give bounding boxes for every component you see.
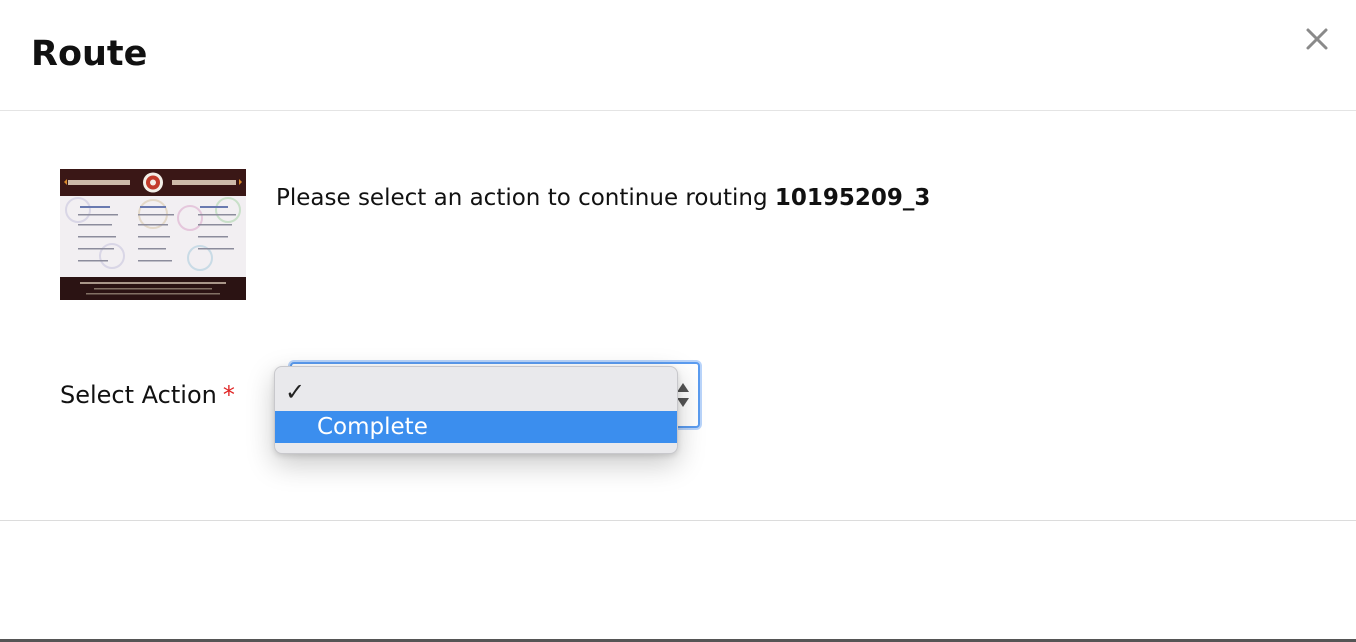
option-empty[interactable]: ✓ (275, 373, 677, 411)
close-button[interactable] (1304, 26, 1330, 52)
modal-title: Route (31, 34, 148, 74)
thumbnail-header-band (60, 169, 246, 196)
select-action-label: Select Action * (60, 380, 235, 410)
select-arrows-icon (676, 380, 690, 410)
modal-header: Route (0, 0, 1356, 111)
route-id: 10195209_3 (774, 185, 931, 211)
thumbnail-menu-body (60, 196, 246, 277)
close-icon (1304, 26, 1330, 52)
footer-divider (0, 520, 1356, 521)
routing-prompt: Please select an action to continue rout… (276, 183, 930, 213)
document-thumbnail (60, 169, 246, 300)
select-action-label-text: Select Action (60, 381, 217, 409)
select-action-options-list: ✓ Complete (274, 366, 678, 454)
routing-prompt-text: Please select an action to continue rout… (276, 185, 775, 211)
checkmark-icon: ✓ (285, 378, 306, 406)
option-complete[interactable]: Complete (275, 411, 677, 443)
option-complete-label: Complete (317, 414, 428, 440)
route-modal: Route Please select an action to continu… (0, 0, 1356, 642)
required-indicator: * (222, 381, 235, 409)
thumbnail-footer-band (60, 277, 246, 300)
